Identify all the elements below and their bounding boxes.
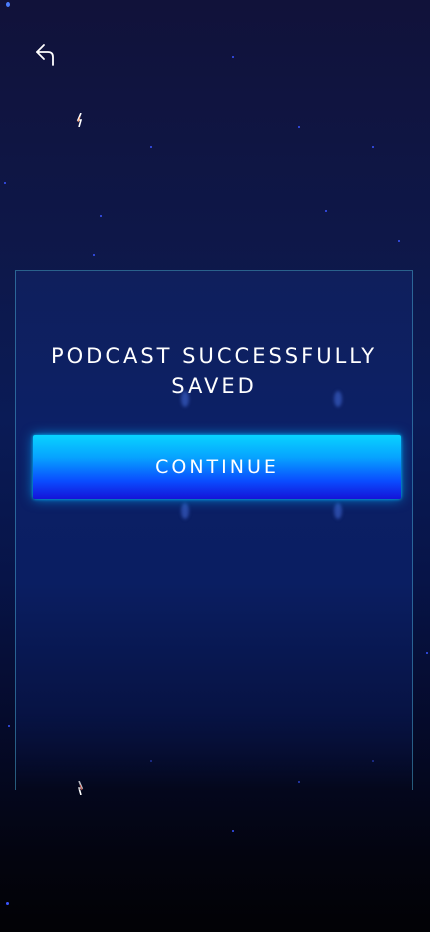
star	[4, 182, 6, 184]
glow-decoration	[181, 391, 189, 407]
glow-decoration	[334, 391, 342, 407]
star	[150, 146, 152, 148]
star	[100, 215, 102, 217]
star	[6, 902, 9, 905]
sparkle-icon	[76, 113, 83, 127]
screen: PODCAST SUCCESSFULLY SAVED CONTINUE	[0, 0, 430, 932]
star	[426, 652, 428, 654]
dialog-title: PODCAST SUCCESSFULLY SAVED	[50, 344, 378, 398]
glow-decoration	[334, 503, 342, 519]
star	[372, 146, 374, 148]
continue-button[interactable]: CONTINUE	[33, 435, 401, 499]
star	[8, 725, 10, 727]
star	[93, 254, 95, 256]
star	[6, 2, 10, 7]
glow-decoration	[181, 503, 189, 519]
star	[232, 56, 234, 58]
back-button[interactable]	[28, 36, 64, 72]
star	[298, 126, 300, 128]
back-arrow-icon	[36, 44, 54, 66]
star	[232, 830, 234, 832]
star	[325, 210, 327, 212]
star	[398, 240, 400, 242]
success-dialog: PODCAST SUCCESSFULLY SAVED CONTINUE	[15, 270, 413, 790]
